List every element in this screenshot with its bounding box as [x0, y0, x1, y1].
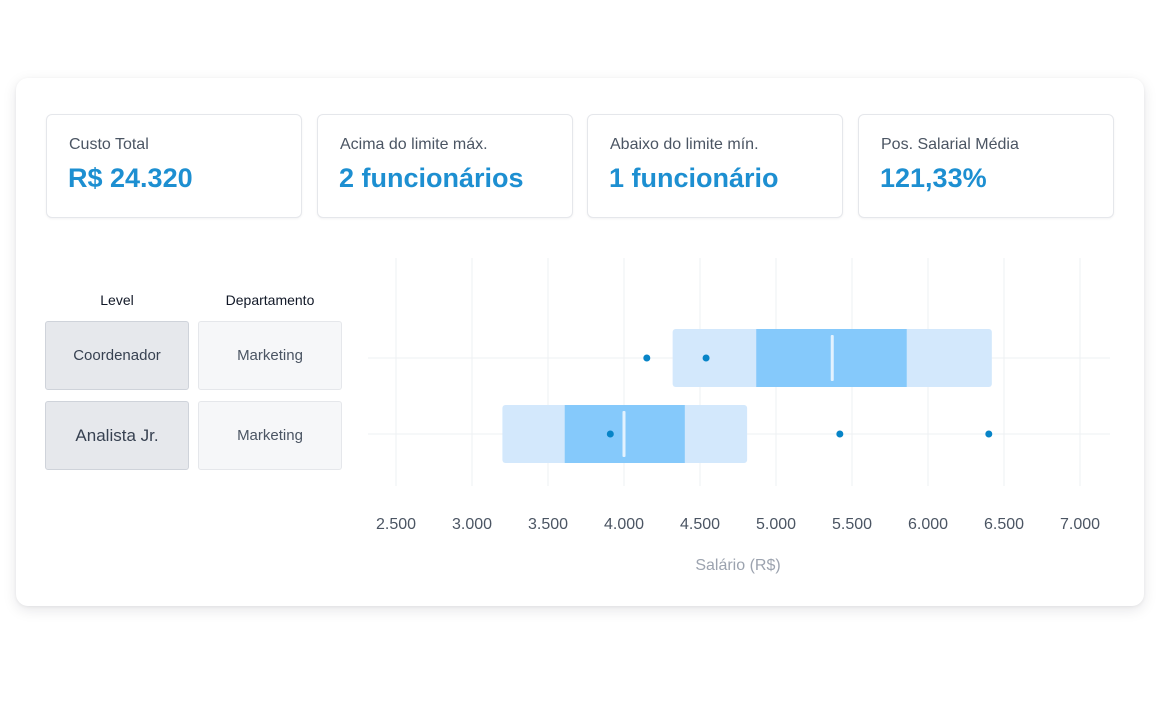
dashboard-panel: Custo Total R$ 24.320 Acima do limite má…: [16, 78, 1144, 606]
x-axis-ticks: 2.500 3.000 3.500 4.000 4.500 5.000 5.500 6.000…: [376, 516, 1100, 533]
median-line: [830, 335, 834, 381]
x-tick-label: 4.000: [604, 516, 644, 533]
median-line: [622, 411, 626, 457]
x-tick-label: 2.500: [376, 516, 416, 533]
salary-boxplot-chart: 2.500 3.000 3.500 4.000 4.500 5.000 5.500 6.000…: [368, 258, 1110, 574]
employee-salary-point: [702, 354, 710, 362]
boxplot-row: [643, 329, 992, 387]
employee-salary-point: [985, 430, 993, 438]
x-tick-label: 6.500: [984, 516, 1024, 533]
employee-salary-point: [643, 354, 651, 362]
x-tick-label: 6.000: [908, 516, 948, 533]
employee-salary-point: [836, 430, 844, 438]
x-tick-label: 3.500: [528, 516, 568, 533]
x-axis-title: Salário (R$): [695, 557, 780, 574]
employee-salary-point: [606, 430, 614, 438]
x-tick-label: 5.000: [756, 516, 796, 533]
x-tick-label: 4.500: [680, 516, 720, 533]
x-tick-label: 3.000: [452, 516, 492, 533]
box-layer: [502, 329, 993, 463]
x-tick-label: 7.000: [1060, 516, 1100, 533]
x-tick-label: 5.500: [832, 516, 872, 533]
